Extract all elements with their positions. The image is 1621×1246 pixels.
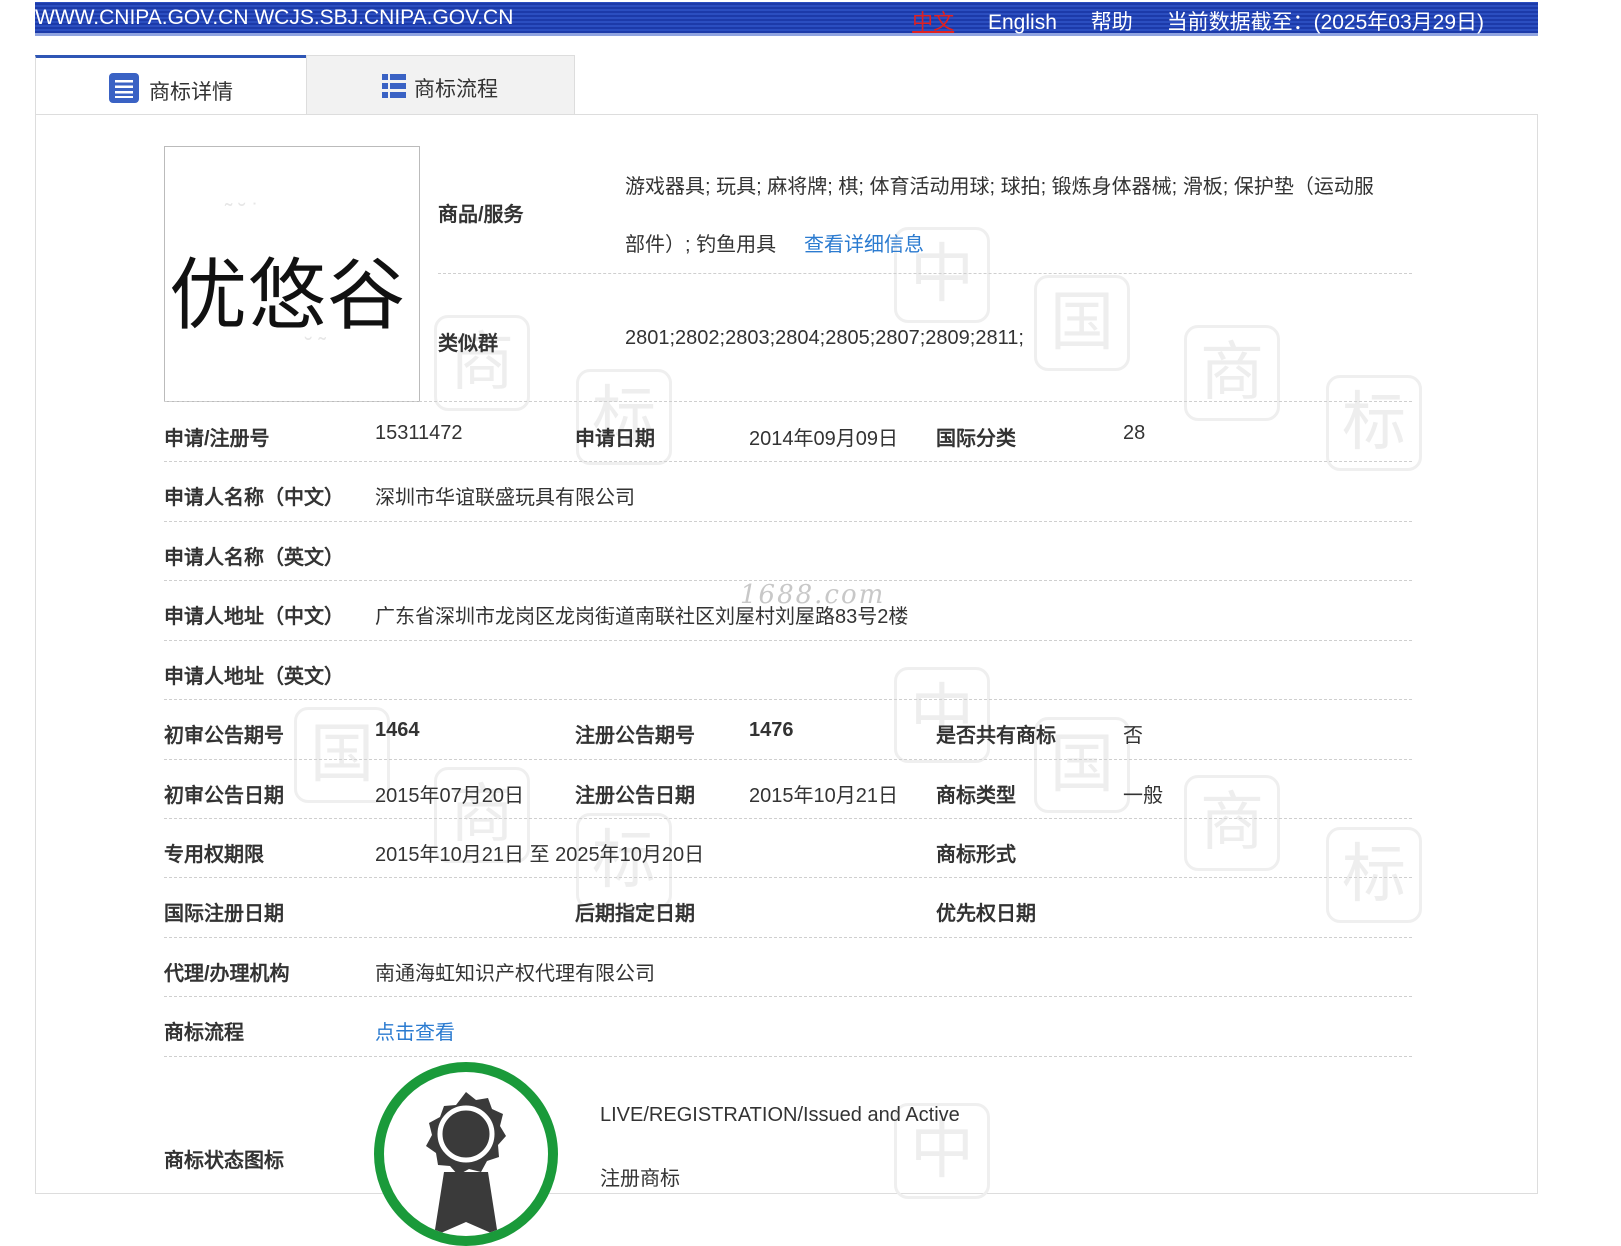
tm-type-value: 一般 — [1123, 785, 1163, 807]
process-view-link[interactable]: 点击查看 — [375, 1016, 455, 1045]
help-link[interactable]: 帮助 — [1091, 11, 1133, 34]
image-noise: ˜ ˘ ˙ — [225, 199, 260, 224]
term-label: 专用权期限 — [164, 844, 264, 866]
process-label: 商标流程 — [164, 1022, 244, 1044]
watermark-tile: 标 — [1326, 827, 1422, 923]
divider — [164, 937, 1412, 938]
watermark-tile: 中 — [894, 667, 990, 763]
watermark-tile: 国 — [1034, 275, 1130, 371]
divider — [438, 273, 1412, 274]
status-icon-label: 商标状态图标 — [164, 1150, 284, 1172]
similar-group-value: 2801;2802;2803;2804;2805;2807;2809;2811; — [625, 327, 1024, 349]
agent-label: 代理/办理机构 — [164, 963, 290, 985]
address-cn-label: 申请人地址（中文） — [164, 606, 344, 628]
term-value: 2015年10月21日 至 2025年10月20日 — [375, 844, 705, 866]
apply-date-label: 申请日期 — [575, 428, 655, 450]
divider — [164, 640, 1412, 641]
prelim-no-value: 1464 — [375, 719, 420, 741]
divider — [164, 461, 1412, 462]
award-badge-icon — [426, 1092, 506, 1236]
data-as-of: 当前数据截至：(2025年03月29日) — [1166, 11, 1484, 34]
tm-type-label: 商标类型 — [936, 785, 1016, 807]
apply-date-value: 2014年09月09日 — [749, 428, 898, 450]
reg-no-value: 15311472 — [375, 422, 463, 444]
applicant-cn-value: 深圳市华谊联盛玩具有限公司 — [375, 487, 635, 509]
divider — [164, 1056, 1412, 1057]
grid-list-icon — [382, 74, 406, 98]
goods-line-2: 部件）; 钓鱼用具 — [625, 234, 777, 256]
divider — [164, 759, 1412, 760]
list-icon — [109, 73, 139, 103]
shared-label: 是否共有商标 — [936, 725, 1056, 747]
watermark-tile: 商 — [1184, 325, 1280, 421]
tm-form-label: 商标形式 — [936, 844, 1016, 866]
goods-line-1: 游戏器具; 玩具; 麻将牌; 棋; 体育活动用球; 球拍; 锻炼身体器械; 滑板… — [625, 176, 1374, 198]
top-links: 中文 English 帮助 当前数据截至：(2025年03月29日) — [912, 6, 1484, 36]
address-en-label: 申请人地址（英文） — [164, 666, 344, 688]
trademark-wordmark: 优悠谷 — [169, 251, 407, 341]
similar-group-label: 类似群 — [438, 333, 498, 355]
intl-class-value: 28 — [1123, 422, 1146, 444]
intl-class-label: 国际分类 — [936, 428, 1016, 450]
divider — [164, 401, 1412, 402]
divider — [164, 521, 1412, 522]
divider — [164, 699, 1412, 700]
prelim-date-value: 2015年07月20日 — [375, 785, 524, 807]
reg-notice-date-value: 2015年10月21日 — [749, 785, 898, 807]
reg-notice-no-label: 注册公告期号 — [575, 725, 695, 747]
trademark-image[interactable]: ˜ ˘ ˙ ˘ ˜ 优悠谷 — [164, 146, 420, 402]
registered-status-icon — [374, 1062, 558, 1246]
applicant-en-label: 申请人名称（英文） — [164, 547, 344, 569]
reg-notice-no-value: 1476 — [749, 719, 794, 741]
prelim-no-label: 初审公告期号 — [164, 725, 284, 747]
site-domains: WWW.CNIPA.GOV.CN WCJS.SBJ.CNIPA.GOV.CN — [35, 6, 514, 29]
status-en: LIVE/REGISTRATION/Issued and Active — [600, 1104, 960, 1126]
intl-reg-date-label: 国际注册日期 — [164, 903, 284, 925]
agent-value: 南通海虹知识产权代理有限公司 — [375, 963, 655, 985]
divider — [164, 996, 1412, 997]
address-cn-value: 广东省深圳市龙岗区龙岗街道南联社区刘屋村刘屋路83号2楼 — [375, 606, 909, 628]
goods-label: 商品/服务 — [438, 204, 524, 226]
watermark-tile: 标 — [1326, 375, 1422, 471]
tab-trademark-process[interactable]: 商标流程 — [306, 55, 575, 114]
later-date-label: 后期指定日期 — [575, 903, 695, 925]
goods-detail-link[interactable]: 查看详细信息 — [804, 228, 924, 257]
tab-label: 商标详情 — [149, 81, 233, 104]
shared-value: 否 — [1123, 725, 1143, 747]
divider — [164, 580, 1412, 581]
top-bar: WWW.CNIPA.GOV.CN WCJS.SBJ.CNIPA.GOV.CN 中… — [35, 2, 1538, 36]
priority-date-label: 优先权日期 — [936, 903, 1036, 925]
lang-en-link[interactable]: English — [988, 11, 1057, 34]
lang-zh-link[interactable]: 中文 — [912, 11, 954, 34]
divider — [164, 877, 1412, 878]
tab-trademark-details[interactable]: 商标详情 — [35, 55, 306, 114]
status-cn: 注册商标 — [600, 1168, 680, 1190]
reg-notice-date-label: 注册公告日期 — [575, 785, 695, 807]
watermark-tile: 商 — [1184, 775, 1280, 871]
reg-no-label: 申请/注册号 — [164, 428, 270, 450]
tab-label: 商标流程 — [414, 78, 498, 101]
applicant-cn-label: 申请人名称（中文） — [164, 487, 344, 509]
prelim-date-label: 初审公告日期 — [164, 785, 284, 807]
divider — [164, 818, 1412, 819]
